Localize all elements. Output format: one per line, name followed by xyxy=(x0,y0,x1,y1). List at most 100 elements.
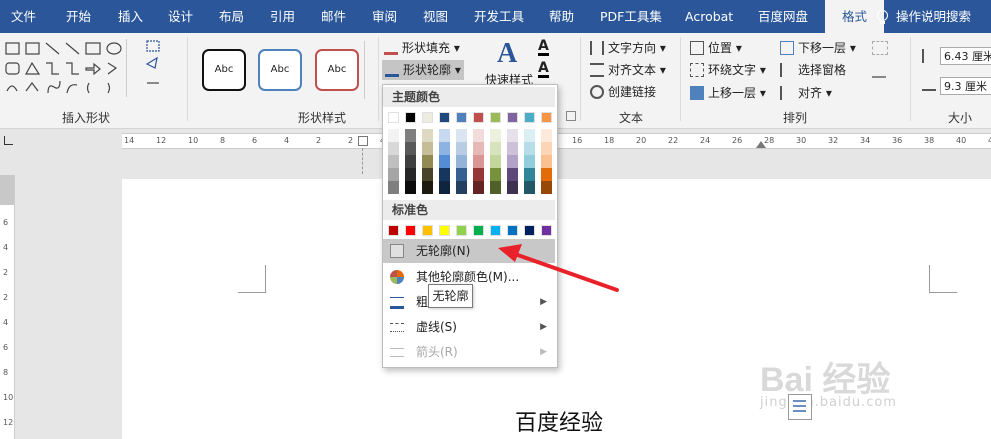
theme-color-shade-swatch[interactable] xyxy=(473,181,484,194)
theme-color-swatch[interactable] xyxy=(439,112,450,123)
shape-fill-button[interactable]: 形状填充 ▾ xyxy=(384,38,460,58)
tab-pdf-tools[interactable]: PDF工具集 xyxy=(600,0,662,33)
theme-color-shade-swatch[interactable] xyxy=(541,168,552,181)
theme-color-shade-swatch[interactable] xyxy=(541,181,552,194)
indent-marker-right[interactable] xyxy=(756,141,766,148)
layout-options-icon[interactable] xyxy=(788,394,812,420)
theme-color-shade-swatch[interactable] xyxy=(507,155,518,168)
theme-color-shade-swatch[interactable] xyxy=(456,168,467,181)
group-icon[interactable] xyxy=(872,41,888,55)
rotate-icon[interactable] xyxy=(872,64,886,78)
create-link-button[interactable]: 创建链接 xyxy=(590,82,656,102)
shapes-gallery-icons[interactable] xyxy=(4,41,124,101)
indent-marker-left[interactable] xyxy=(358,136,368,146)
edit-shape-icons[interactable] xyxy=(145,39,175,89)
theme-color-shade-swatch[interactable] xyxy=(524,129,535,142)
theme-color-shade-swatch[interactable] xyxy=(456,142,467,155)
theme-color-shade-swatch[interactable] xyxy=(439,129,450,142)
theme-color-shade-swatch[interactable] xyxy=(490,142,501,155)
theme-color-swatch[interactable] xyxy=(490,112,501,123)
tab-home[interactable]: 开始 xyxy=(66,0,91,33)
standard-color-swatch[interactable] xyxy=(405,225,416,236)
bring-forward-button[interactable]: 上移一层 ▾ xyxy=(690,83,766,103)
tab-baidu-netdisk[interactable]: 百度网盘 xyxy=(758,0,808,33)
theme-color-shade-swatch[interactable] xyxy=(456,181,467,194)
no-outline-item[interactable]: 无轮廓(N) xyxy=(383,239,555,263)
quick-styles-icon[interactable]: A xyxy=(497,39,523,69)
theme-color-shade-swatch[interactable] xyxy=(388,142,399,155)
shape-outline-button[interactable]: 形状轮廓 ▾ xyxy=(382,60,464,80)
wrap-text-button[interactable]: 环绕文字 ▾ xyxy=(690,60,766,80)
standard-color-swatch[interactable] xyxy=(473,225,484,236)
theme-color-shade-swatch[interactable] xyxy=(490,155,501,168)
theme-color-shade-swatch[interactable] xyxy=(524,155,535,168)
theme-color-swatch[interactable] xyxy=(507,112,518,123)
theme-color-shade-swatch[interactable] xyxy=(388,129,399,142)
theme-color-shade-swatch[interactable] xyxy=(405,168,416,181)
theme-color-swatch[interactable] xyxy=(422,112,433,123)
theme-color-shade-swatch[interactable] xyxy=(473,155,484,168)
text-fill-icon[interactable]: A xyxy=(538,39,549,56)
theme-color-shade-swatch[interactable] xyxy=(388,168,399,181)
vertical-ruler[interactable]: 864224681012 xyxy=(0,175,15,439)
tab-format[interactable]: 格式 xyxy=(825,0,884,33)
theme-color-shade-swatch[interactable] xyxy=(388,155,399,168)
theme-color-shade-swatch[interactable] xyxy=(507,129,518,142)
theme-color-shade-swatch[interactable] xyxy=(405,129,416,142)
document-heading[interactable]: 百度经验 xyxy=(515,405,603,437)
width-input[interactable]: 9.3 厘米 xyxy=(940,77,991,95)
standard-color-swatch[interactable] xyxy=(524,225,535,236)
theme-color-shade-swatch[interactable] xyxy=(388,181,399,194)
height-input[interactable]: 6.43 厘米 xyxy=(940,47,991,65)
align-text-button[interactable]: 对齐文本 ▾ xyxy=(590,60,666,80)
theme-color-shade-swatch[interactable] xyxy=(524,142,535,155)
theme-color-shade-swatch[interactable] xyxy=(456,129,467,142)
tab-acrobat[interactable]: Acrobat xyxy=(685,0,733,33)
theme-color-swatch[interactable] xyxy=(456,112,467,123)
tab-insert[interactable]: 插入 xyxy=(118,0,143,33)
position-button[interactable]: 位置 ▾ xyxy=(690,38,742,58)
standard-color-swatch[interactable] xyxy=(507,225,518,236)
send-backward-button[interactable]: 下移一层 ▾ xyxy=(780,38,856,58)
theme-color-swatch[interactable] xyxy=(388,112,399,123)
theme-color-shade-swatch[interactable] xyxy=(405,155,416,168)
selection-pane-button[interactable]: 选择窗格 xyxy=(780,60,846,80)
theme-color-shade-swatch[interactable] xyxy=(405,181,416,194)
theme-color-shade-swatch[interactable] xyxy=(439,155,450,168)
theme-color-shade-swatch[interactable] xyxy=(541,129,552,142)
style-preset-red[interactable]: Abc xyxy=(315,49,359,91)
theme-color-shade-swatch[interactable] xyxy=(490,129,501,142)
style-preset-blue[interactable]: Abc xyxy=(258,49,302,91)
text-direction-button[interactable]: 文字方向 ▾ xyxy=(590,38,666,58)
theme-color-shade-swatch[interactable] xyxy=(439,142,450,155)
theme-color-shade-swatch[interactable] xyxy=(439,168,450,181)
theme-color-shade-swatch[interactable] xyxy=(507,168,518,181)
theme-color-shade-swatch[interactable] xyxy=(490,168,501,181)
standard-color-swatch[interactable] xyxy=(388,225,399,236)
theme-color-shade-swatch[interactable] xyxy=(422,129,433,142)
theme-color-shade-swatch[interactable] xyxy=(524,181,535,194)
theme-color-shade-swatch[interactable] xyxy=(541,142,552,155)
standard-color-swatch[interactable] xyxy=(541,225,552,236)
align-button[interactable]: 对齐 ▾ xyxy=(780,83,832,103)
tab-help[interactable]: 帮助 xyxy=(549,0,574,33)
theme-color-swatch[interactable] xyxy=(524,112,535,123)
text-outline-icon[interactable]: A xyxy=(538,61,549,78)
theme-color-swatch[interactable] xyxy=(405,112,416,123)
theme-color-shade-swatch[interactable] xyxy=(524,168,535,181)
standard-color-swatch[interactable] xyxy=(439,225,450,236)
theme-color-shade-swatch[interactable] xyxy=(422,168,433,181)
theme-color-shade-swatch[interactable] xyxy=(422,181,433,194)
theme-color-swatch[interactable] xyxy=(541,112,552,123)
tell-me-search[interactable]: 操作说明搜索 xyxy=(877,0,971,33)
theme-color-shade-swatch[interactable] xyxy=(473,129,484,142)
dashes-item[interactable]: 虚线(S) ▶ xyxy=(383,315,555,339)
theme-color-shade-swatch[interactable] xyxy=(541,155,552,168)
theme-color-shade-swatch[interactable] xyxy=(456,155,467,168)
tab-references[interactable]: 引用 xyxy=(270,0,295,33)
standard-color-swatch[interactable] xyxy=(456,225,467,236)
theme-color-shade-swatch[interactable] xyxy=(439,181,450,194)
theme-color-shade-swatch[interactable] xyxy=(422,142,433,155)
theme-color-shade-swatch[interactable] xyxy=(507,142,518,155)
tab-review[interactable]: 审阅 xyxy=(372,0,397,33)
